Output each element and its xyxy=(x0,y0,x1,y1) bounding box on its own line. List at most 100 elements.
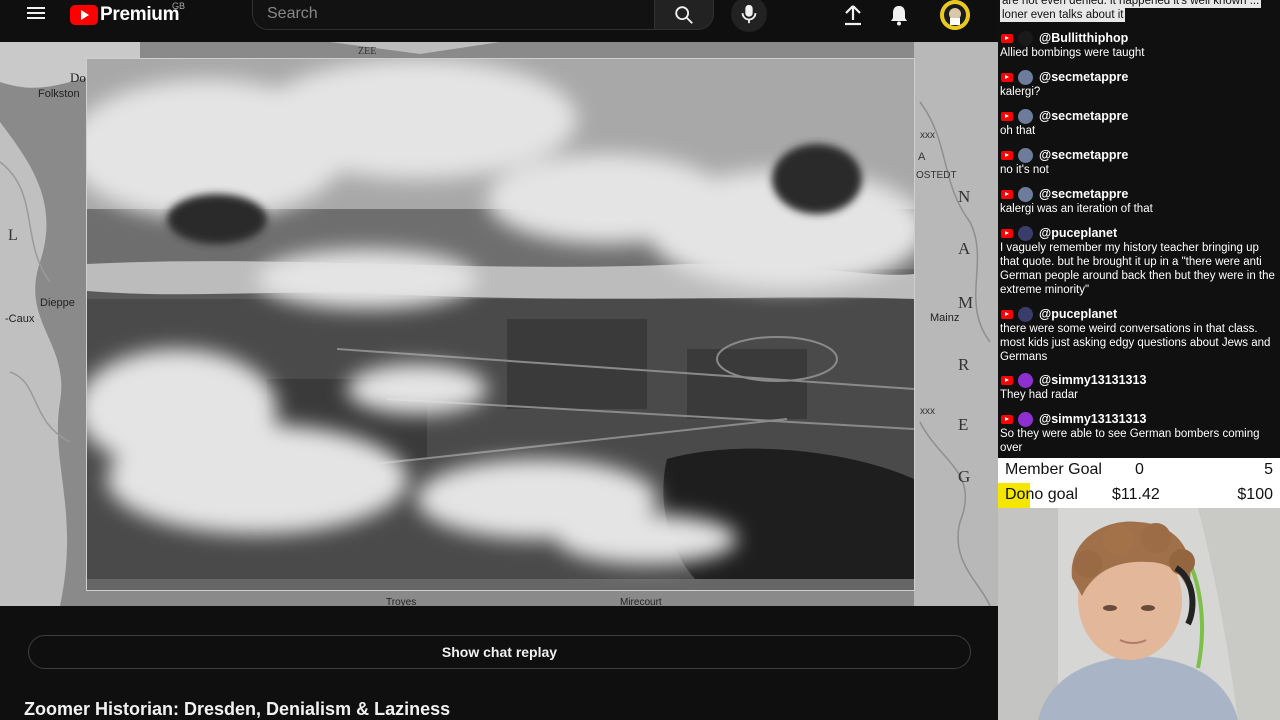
map-label: xxx xyxy=(920,406,935,417)
chat-username: @secmetappre xyxy=(1039,187,1129,201)
map-label: E xyxy=(958,415,968,434)
aerial-photo xyxy=(87,59,914,590)
webcam-feed xyxy=(998,508,1280,720)
youtube-badge-icon xyxy=(1001,111,1013,121)
chat-text: kalergi? xyxy=(1000,86,1041,98)
youtube-badge-icon xyxy=(1001,375,1013,385)
chat-username: @puceplanet xyxy=(1039,226,1118,240)
chat-username: @simmy13131313 xyxy=(1039,412,1147,426)
map-label: xxx xyxy=(920,130,935,141)
youtube-badge-icon xyxy=(1001,150,1013,160)
dono-goal-target: $100 xyxy=(1237,486,1273,503)
chat-text: no it's not xyxy=(1000,164,1049,176)
map-label: -Caux xyxy=(5,313,35,325)
upload-icon xyxy=(845,5,861,26)
chat-avatar xyxy=(1018,108,1033,124)
upload-button[interactable] xyxy=(840,2,866,28)
chat-avatar xyxy=(1018,411,1033,427)
map-label: Mirecourt xyxy=(620,597,662,606)
search-box xyxy=(252,0,654,30)
show-chat-replay-button[interactable]: Show chat replay xyxy=(28,635,971,669)
chat-avatar xyxy=(1018,69,1033,85)
member-goal-current: 0 xyxy=(1135,461,1144,478)
youtube-badge-icon xyxy=(1001,72,1013,82)
aerial-photo-image xyxy=(87,59,914,590)
map-label: L xyxy=(8,227,18,244)
dono-goal-row: Dono goal $11.42 $100 xyxy=(998,483,1280,508)
chat-text: They had radar xyxy=(1000,389,1078,401)
map-label: OSTEDT xyxy=(916,170,957,181)
chat-message: @secmetappre kalergi? xyxy=(998,69,1280,99)
streamer-webcam-image xyxy=(998,508,1280,720)
member-goal-row: Member Goal 0 5 xyxy=(998,458,1280,483)
chat-avatar xyxy=(1018,225,1033,241)
video-title: Zoomer Historian: Dresden, Denialism & L… xyxy=(24,699,451,719)
chat-message: @secmetappre no it's not xyxy=(998,147,1280,177)
map-label: A xyxy=(958,239,971,258)
avatar[interactable] xyxy=(940,0,970,30)
dono-goal-label: Dono goal xyxy=(1005,486,1078,503)
search-input[interactable] xyxy=(267,3,637,25)
chat-overlay: are not even denied. it happened it's we… xyxy=(998,0,1280,458)
chat-avatar xyxy=(1018,147,1033,163)
chat-text: So they were able to see German bombers … xyxy=(1000,428,1260,454)
chat-message: @secmetappre kalergi was an iteration of… xyxy=(998,186,1280,216)
video-player[interactable]: Do Folkston L Dieppe -Caux ZEE A OSTEDT … xyxy=(0,42,998,606)
chat-text: are not even denied. it happened it's we… xyxy=(1000,0,1262,8)
voice-search-button[interactable] xyxy=(731,0,767,32)
chat-username: @puceplanet xyxy=(1039,307,1118,321)
chat-username: @simmy13131313 xyxy=(1039,373,1147,387)
menu-icon[interactable] xyxy=(24,4,48,28)
mic-icon xyxy=(741,4,757,24)
youtube-badge-icon xyxy=(1001,414,1013,424)
chat-username: @Bullitthiphop xyxy=(1039,31,1129,45)
youtube-page: Premium GB Search Do Folkston L Dieppe -… xyxy=(0,0,998,720)
chat-avatar xyxy=(1018,186,1033,202)
chat-message: @Bullitthiphop Allied bombings were taug… xyxy=(998,30,1280,60)
chat-avatar xyxy=(1018,306,1033,322)
map-label: Mainz xyxy=(930,312,959,324)
bell-icon xyxy=(891,6,907,26)
chat-username: @secmetappre xyxy=(1039,70,1129,84)
dono-goal-current: $11.42 xyxy=(1112,486,1160,503)
chat-text: I vaguely remember my history teacher br… xyxy=(1000,242,1275,296)
chat-username: @secmetappre xyxy=(1039,148,1129,162)
youtube-badge-icon xyxy=(1001,228,1013,238)
masthead: Premium GB xyxy=(0,0,998,42)
chat-text: oh that xyxy=(1000,125,1036,137)
map-label: ZEE xyxy=(358,46,376,57)
stream-overlay: are not even denied. it happened it's we… xyxy=(998,0,1280,720)
chat-message: @simmy13131313 So they were able to see … xyxy=(998,411,1280,455)
search-button[interactable] xyxy=(654,0,714,30)
chat-avatar xyxy=(1018,30,1033,46)
chat-text: Allied bombings were taught xyxy=(1000,47,1145,59)
chat-partial-message: are not even denied. it happened it's we… xyxy=(998,0,1280,22)
map-label: Dieppe xyxy=(40,297,75,309)
map-label: R xyxy=(958,355,970,374)
map-label: M xyxy=(958,293,973,312)
chat-text: there were some weird conversations in t… xyxy=(1000,323,1271,363)
youtube-premium-logo[interactable]: Premium GB xyxy=(70,1,185,26)
chat-text: kalergi was an iteration of that xyxy=(1000,203,1153,215)
map-label: A xyxy=(918,151,926,163)
youtube-logo-icon xyxy=(70,5,98,25)
goals-panel: Member Goal 0 5 Dono goal $11.42 $100 xyxy=(998,458,1280,508)
youtube-badge-icon xyxy=(1001,309,1013,319)
chat-message: @simmy13131313 They had radar xyxy=(998,372,1280,402)
brand-label: Premium xyxy=(100,4,180,25)
chat-message: @puceplanet there were some weird conver… xyxy=(998,306,1280,364)
chat-text: loner even talks about it xyxy=(1000,8,1126,22)
chat-message: @secmetappre oh that xyxy=(998,108,1280,138)
map-label: N xyxy=(958,187,970,206)
account-avatar-icon xyxy=(940,0,970,30)
map-label: Do xyxy=(70,70,86,85)
member-goal-label: Member Goal xyxy=(1005,461,1102,478)
youtube-badge-icon xyxy=(1001,33,1013,43)
country-code: GB xyxy=(172,1,186,11)
chat-username: @secmetappre xyxy=(1039,109,1129,123)
map-label: Troyes xyxy=(386,597,416,606)
notifications-button[interactable] xyxy=(886,2,912,28)
map-label: Folkston xyxy=(38,88,80,100)
chat-avatar xyxy=(1018,372,1033,388)
chat-message: @puceplanet I vaguely remember my histor… xyxy=(998,225,1280,297)
